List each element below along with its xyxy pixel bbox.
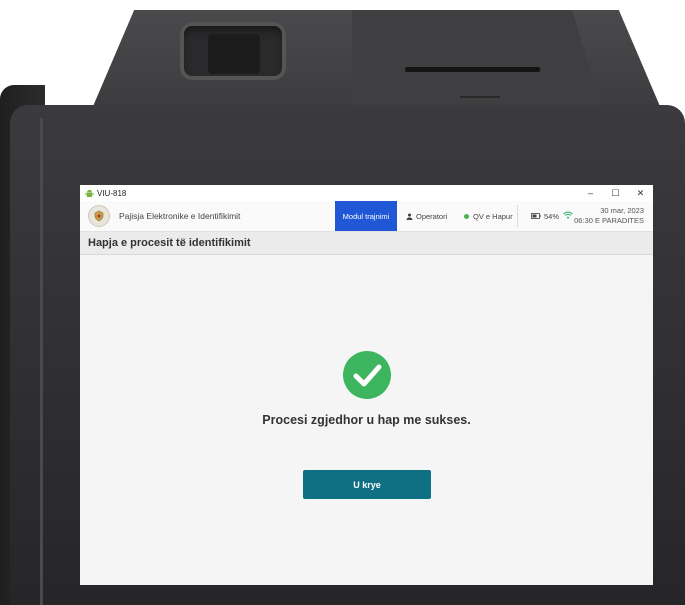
wifi-icon — [563, 211, 573, 219]
operator-label: Operatori — [416, 211, 448, 221]
operator-menu[interactable]: Operatori — [406, 201, 447, 231]
close-button[interactable]: ✕ — [628, 185, 653, 201]
device-top-window — [180, 22, 286, 80]
device-slot-detail — [460, 96, 500, 98]
green-dot-icon — [464, 213, 469, 219]
minimize-button[interactable]: – — [578, 185, 603, 201]
android-icon — [85, 189, 94, 197]
device-edge — [40, 118, 43, 605]
date-label: 30 mar, 2023 — [600, 206, 644, 215]
qv-status-label: QV e Hapur — [473, 211, 513, 221]
app-window: VIU-818 – ☐ ✕ Pajisja Elektronike e Iden… — [80, 185, 653, 585]
person-icon — [406, 212, 413, 220]
maximize-button[interactable]: ☐ — [603, 185, 628, 201]
battery-icon — [531, 213, 541, 219]
battery-status: 54% — [531, 201, 559, 231]
page-title: Hapja e procesit të identifikimit — [88, 237, 251, 249]
check-circle-icon — [343, 351, 391, 399]
window-controls: – ☐ ✕ — [578, 185, 653, 201]
success-message: Procesi zgjedhor u hap me sukses. — [262, 413, 471, 427]
qv-status: QV e Hapur — [464, 201, 513, 231]
main-content: Procesi zgjedhor u hap me sukses. U krye — [80, 255, 653, 585]
date-time: 30 mar, 2023 06:30 E PARADITES — [574, 206, 644, 226]
app-name: Pajisja Elektronike e Identifikimit — [119, 211, 241, 221]
window-title: VIU-818 — [97, 188, 127, 198]
device-slot — [405, 67, 540, 72]
app-header: Pajisja Elektronike e Identifikimit Modu… — [80, 201, 653, 232]
done-button[interactable]: U krye — [303, 470, 431, 499]
training-mode-tab[interactable]: Modul trajnimi — [335, 201, 397, 231]
header-divider — [517, 205, 518, 227]
time-label: 06:30 E PARADITES — [574, 216, 644, 225]
page-header: Hapja e procesit të identifikimit — [80, 232, 653, 255]
emblem-icon — [88, 205, 110, 227]
battery-level: 54% — [544, 211, 560, 221]
window-titlebar: VIU-818 – ☐ ✕ — [80, 185, 653, 201]
device-top-lid — [352, 10, 602, 110]
